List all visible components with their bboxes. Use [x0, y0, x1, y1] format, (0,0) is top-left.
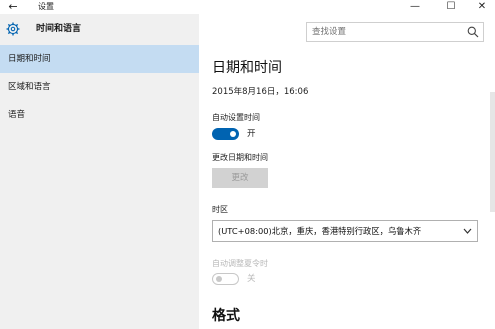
- sidebar: 时间和语言 日期和时间 区域和语言 语音: [0, 14, 199, 329]
- sidebar-header: 时间和语言: [0, 14, 199, 44]
- maximize-button[interactable]: ☐: [440, 0, 462, 14]
- page-title: 日期和时间: [212, 60, 282, 76]
- auto-time-label: 自动设置时间: [212, 113, 260, 122]
- search-input[interactable]: [307, 23, 457, 41]
- sidebar-title: 时间和语言: [36, 24, 82, 34]
- toggle-knob: [216, 276, 222, 282]
- title-bar: ← 设置 — ☐ ✕: [0, 0, 495, 14]
- current-datetime: 2015年8月16日，16:06: [212, 87, 309, 97]
- dst-toggle[interactable]: [212, 273, 239, 285]
- sidebar-item-speech[interactable]: 语音: [0, 101, 199, 129]
- auto-time-state: 开: [247, 129, 256, 139]
- timezone-select[interactable]: (UTC+08:00)北京，重庆，香港特别行政区，乌鲁木齐: [212, 220, 478, 242]
- timezone-label: 时区: [212, 205, 228, 214]
- minimize-button[interactable]: —: [404, 0, 426, 14]
- gear-icon: [6, 22, 20, 36]
- back-arrow-icon[interactable]: ←: [6, 0, 20, 14]
- format-section-title: 格式: [212, 308, 240, 324]
- close-button[interactable]: ✕: [471, 0, 493, 14]
- auto-time-toggle[interactable]: [212, 128, 239, 140]
- chevron-down-icon: [463, 228, 472, 234]
- change-datetime-label: 更改日期和时间: [212, 153, 268, 162]
- dst-label: 自动调整夏令时: [212, 259, 268, 268]
- scrollbar[interactable]: [490, 92, 495, 212]
- dst-state: 关: [247, 274, 256, 284]
- sidebar-item-region-language[interactable]: 区域和语言: [0, 73, 199, 101]
- search-box[interactable]: [306, 22, 484, 42]
- window-title: 设置: [38, 2, 54, 11]
- search-icon[interactable]: [467, 26, 479, 38]
- toggle-knob: [230, 131, 236, 137]
- timezone-value: (UTC+08:00)北京，重庆，香港特别行政区，乌鲁木齐: [218, 226, 422, 236]
- change-button[interactable]: 更改: [212, 168, 268, 188]
- sidebar-item-date-time[interactable]: 日期和时间: [0, 45, 199, 73]
